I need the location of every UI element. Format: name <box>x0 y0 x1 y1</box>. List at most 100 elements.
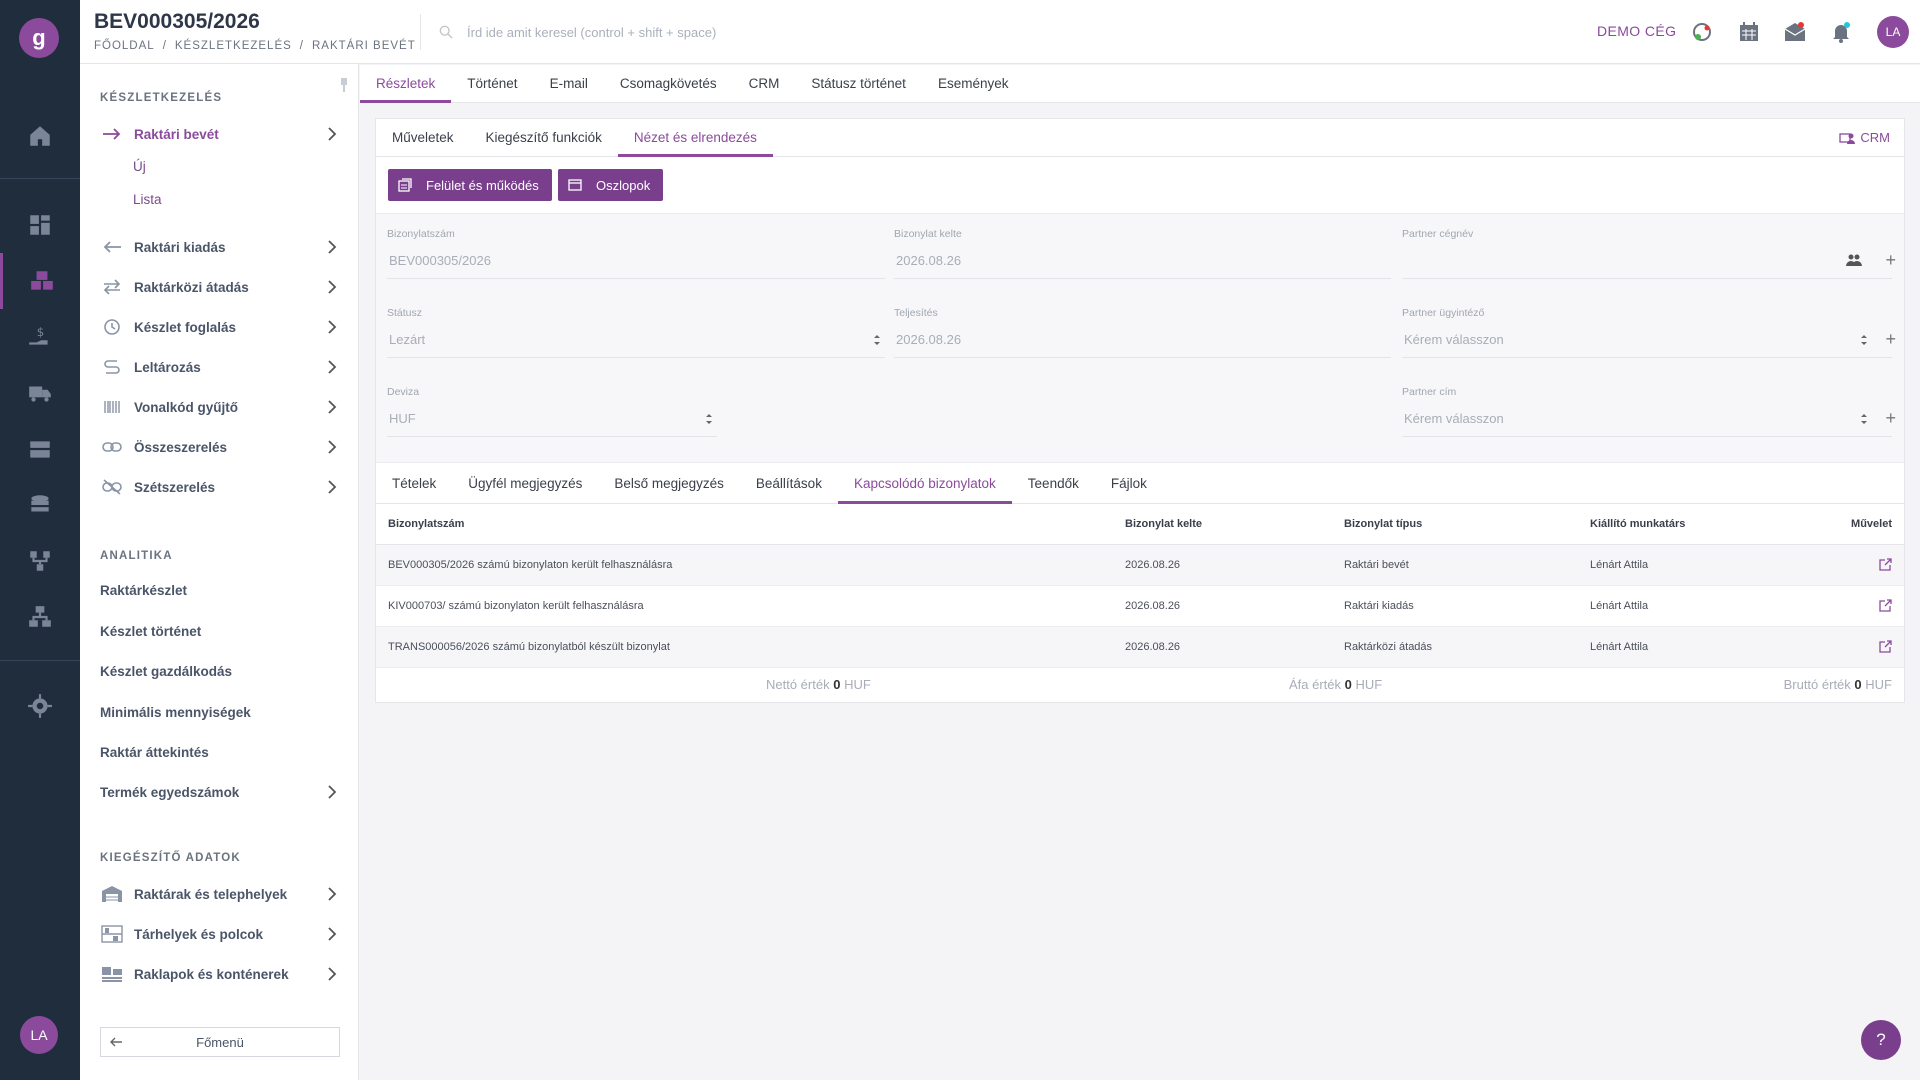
tab-email[interactable]: E-mail <box>534 65 604 103</box>
external-link-icon[interactable] <box>1879 599 1892 612</box>
money-hand-icon[interactable]: $ <box>0 309 80 365</box>
sidebar-item-assembly[interactable]: Összeszerelés <box>100 432 340 462</box>
tab-events[interactable]: Események <box>922 65 1025 103</box>
crm-link[interactable]: CRM <box>1839 130 1890 145</box>
table-row[interactable]: BEV000305/2026 számú bizonylaton került … <box>376 544 1904 586</box>
sidebar-subitem-new[interactable]: Új <box>133 159 146 174</box>
cell-action <box>1808 544 1904 586</box>
sidebar-item-pallets[interactable]: Raklapok és konténerek <box>100 959 340 989</box>
sidebar-item-stock[interactable]: Raktárkészlet <box>100 583 187 598</box>
pallet-icon <box>100 965 124 983</box>
header-avatar[interactable]: LA <box>1877 16 1909 48</box>
tab-settings[interactable]: Beállítások <box>740 464 838 504</box>
sidebar-item-serial-numbers[interactable]: Termék egyedszámok <box>100 777 340 807</box>
partner-contact-select[interactable]: Kérem válasszon + <box>1402 330 1896 358</box>
ui-behaviour-button[interactable]: Felület és működés <box>388 169 552 201</box>
sidebar-item-reservation[interactable]: Készlet foglalás <box>100 312 340 342</box>
sidebar-item-stocktaking[interactable]: Leltározás <box>100 352 340 382</box>
doc-date-value[interactable]: 2026.08.26 <box>894 251 1391 279</box>
sidebar-item-label: Vonalkód gyűjtő <box>134 399 238 415</box>
cell-issuer: Lénárt Attila <box>1578 585 1808 627</box>
vat-total-currency: HUF <box>1355 677 1383 692</box>
add-address-icon[interactable]: + <box>1885 409 1896 427</box>
col-doc-number[interactable]: Bizonylatszám <box>376 504 1113 545</box>
inventory-boxes-icon[interactable] <box>0 253 80 309</box>
partner-address-select[interactable]: Kérem válasszon + <box>1402 409 1896 437</box>
user-avatar[interactable]: LA <box>20 1016 58 1054</box>
calendar-icon[interactable] <box>1735 18 1763 46</box>
sidebar-item-warehouse-receipt[interactable]: Raktári bevét <box>100 119 340 149</box>
partner-contact-field: Partner ügyintéző Kérem válasszon + <box>1402 307 1896 358</box>
table-row[interactable]: KIV000703/ számú bizonylaton került felh… <box>376 585 1904 627</box>
main-menu-button[interactable]: Főmenü <box>100 1027 340 1057</box>
help-button[interactable]: ? <box>1861 1020 1901 1060</box>
settings-gear-icon[interactable] <box>0 678 80 734</box>
breadcrumb-home[interactable]: FŐOLDAL <box>94 40 155 52</box>
app-logo[interactable]: g <box>19 18 59 58</box>
external-link-icon[interactable] <box>1879 558 1892 571</box>
table-row[interactable]: TRANS000056/2026 számú bizonylatból kész… <box>376 626 1904 668</box>
coins-icon[interactable] <box>0 477 80 533</box>
sidebar-item-warehouses[interactable]: Raktárak és telephelyek <box>100 879 340 909</box>
dashboard-icon[interactable] <box>0 197 80 253</box>
table-header-row: Bizonylatszám Bizonylat kelte Bizonylat … <box>376 504 1904 545</box>
company-selector[interactable]: DEMO CÉG <box>1597 23 1676 39</box>
doc-number-value[interactable]: BEV000305/2026 <box>387 251 885 279</box>
truck-icon[interactable] <box>0 365 80 421</box>
pin-icon[interactable] <box>338 78 350 92</box>
tab-extra-functions[interactable]: Kiegészítő funkciók <box>470 119 618 157</box>
cell-issuer: Lénárt Attila <box>1578 544 1808 586</box>
doc-date-field: Bizonylat kelte 2026.08.26 <box>894 228 1391 279</box>
storage-icon[interactable] <box>0 421 80 477</box>
tab-crm[interactable]: CRM <box>733 65 796 103</box>
col-issuer[interactable]: Kiállító munkatárs <box>1578 504 1808 545</box>
notification-bell-icon[interactable] <box>1827 18 1855 46</box>
home-icon[interactable] <box>0 108 80 164</box>
tab-history[interactable]: Történet <box>451 65 533 103</box>
sidebar-item-shelves[interactable]: Tárhelyek és polcok <box>100 919 340 949</box>
tab-related-documents[interactable]: Kapcsolódó bizonylatok <box>837 464 1012 504</box>
sidebar-item-barcode-collector[interactable]: Vonalkód gyűjtő <box>100 392 340 422</box>
add-partner-icon[interactable]: + <box>1885 251 1896 269</box>
sitemap-icon[interactable] <box>0 589 80 645</box>
sidebar-item-transfer[interactable]: Raktárközi átadás <box>100 272 340 302</box>
tab-details[interactable]: Részletek <box>360 65 452 103</box>
currency-select[interactable]: HUF <box>387 409 717 437</box>
gross-total-label: Bruttó érték <box>1783 677 1851 692</box>
gross-total-value: 0 <box>1854 677 1862 692</box>
sidebar-subitem-list[interactable]: Lista <box>133 192 162 207</box>
columns-button[interactable]: Oszlopok <box>558 169 664 201</box>
workflow-icon[interactable] <box>0 533 80 589</box>
tab-customer-note[interactable]: Ügyfél megjegyzés <box>452 464 598 504</box>
add-contact-icon[interactable]: + <box>1885 330 1896 348</box>
tab-view-layout[interactable]: Nézet és elrendezés <box>617 119 773 157</box>
partner-name-input[interactable]: + <box>1402 251 1896 279</box>
sidebar-item-label: Raktári kiadás <box>134 239 226 255</box>
tab-items[interactable]: Tételek <box>376 464 452 504</box>
tab-files[interactable]: Fájlok <box>1095 464 1163 504</box>
totals-bar: Nettó érték 0 HUF Áfa érték 0 HUF Bruttó… <box>376 667 1904 703</box>
warehouse-icon <box>100 885 124 903</box>
external-link-icon[interactable] <box>1879 640 1892 653</box>
sidebar-item-min-quantities[interactable]: Minimális mennyiségek <box>100 705 251 720</box>
sidebar-item-stock-history[interactable]: Készlet történet <box>100 624 201 639</box>
tab-tasks[interactable]: Teendők <box>1012 464 1095 504</box>
col-doc-type[interactable]: Bizonylat típus <box>1332 504 1578 545</box>
status-select[interactable]: Lezárt <box>387 330 885 358</box>
tab-internal-note[interactable]: Belső megjegyzés <box>598 464 740 504</box>
sidebar-item-warehouse-overview[interactable]: Raktár áttekintés <box>100 745 209 760</box>
search-input[interactable] <box>467 24 967 40</box>
col-doc-date[interactable]: Bizonylat kelte <box>1113 504 1332 545</box>
tab-package-tracking[interactable]: Csomagkövetés <box>604 65 733 103</box>
support-agent-icon[interactable] <box>1688 18 1716 46</box>
tab-operations[interactable]: Műveletek <box>376 119 470 157</box>
related-documents-table: Bizonylatszám Bizonylat kelte Bizonylat … <box>376 504 1904 668</box>
sidebar-item-disassembly[interactable]: Szétszerelés <box>100 472 340 502</box>
sidebar-item-stock-management[interactable]: Készlet gazdálkodás <box>100 664 232 679</box>
mail-icon[interactable] <box>1781 18 1809 46</box>
breadcrumb-inventory[interactable]: KÉSZLETKEZELÉS <box>175 40 292 52</box>
fulfilment-value[interactable]: 2026.08.26 <box>894 330 1391 358</box>
people-icon[interactable] <box>1846 253 1862 267</box>
tab-status-history[interactable]: Státusz történet <box>795 65 922 103</box>
sidebar-item-warehouse-issue[interactable]: Raktári kiadás <box>100 232 340 262</box>
